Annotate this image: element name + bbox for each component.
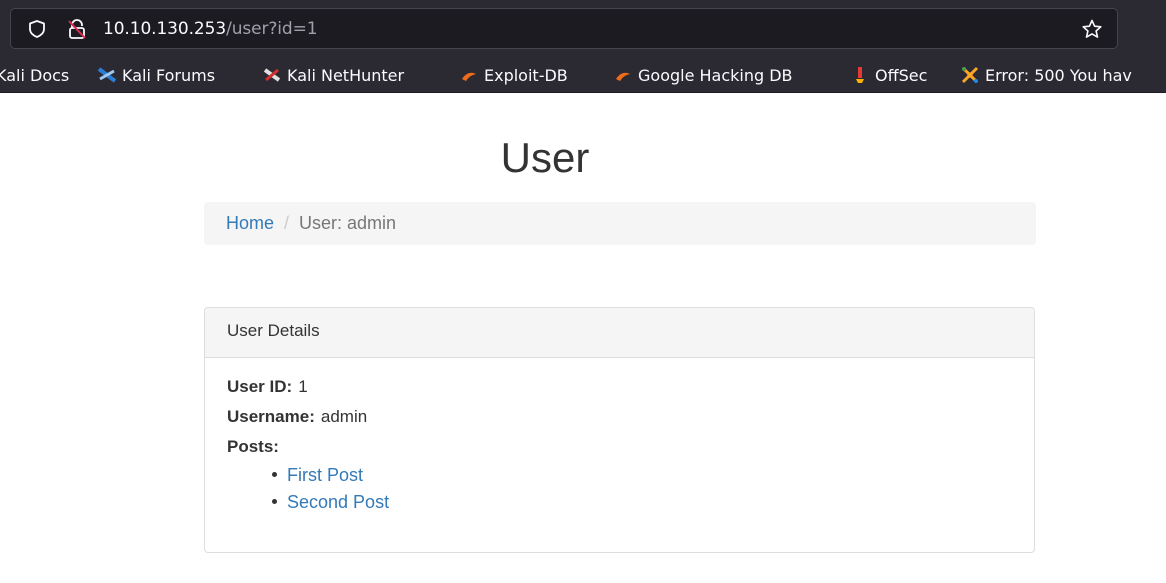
breadcrumb-separator: / xyxy=(284,213,290,233)
bookmark-kali-docs[interactable]: Kali Docs xyxy=(0,64,69,88)
bookmark-label: Exploit-DB xyxy=(484,66,568,85)
user-id-label: User ID: xyxy=(227,377,293,396)
username-value: admin xyxy=(320,407,368,426)
bookmark-label: Kali Docs xyxy=(0,66,70,85)
bookmark-exploit-db[interactable]: Exploit-DB xyxy=(459,64,568,88)
error-page-icon xyxy=(961,66,979,84)
offsec-icon xyxy=(856,67,864,83)
bullet-icon xyxy=(272,499,277,504)
bookmark-error-page[interactable]: Error: 500 You hav xyxy=(960,64,1132,88)
list-item: First Post xyxy=(272,462,1012,489)
bookmarks-toolbar: Kali Docs Kali Forums Kali NetHunter Exp… xyxy=(0,58,1166,93)
list-item: Second Post xyxy=(272,489,1012,516)
breadcrumb-home-link[interactable]: Home xyxy=(226,213,274,233)
breadcrumb: Home / User: admin xyxy=(204,202,1036,245)
posts-row: Posts: xyxy=(227,434,1012,464)
bookmark-label: OffSec xyxy=(875,66,928,85)
posts-list: First Post Second Post xyxy=(272,462,1012,516)
post-link-first[interactable]: First Post xyxy=(287,465,363,485)
bookmark-kali-forums[interactable]: Kali Forums xyxy=(97,64,215,88)
browser-toolbar: 10.10.130.253/user?id=1 xyxy=(0,0,1166,58)
address-bar[interactable]: 10.10.130.253/user?id=1 xyxy=(10,8,1118,49)
bookmark-star-icon[interactable] xyxy=(1081,18,1103,40)
post-link-second[interactable]: Second Post xyxy=(287,492,389,512)
bookmark-label: Kali Forums xyxy=(122,66,216,85)
url-path: /user?id=1 xyxy=(226,19,318,39)
bullet-icon xyxy=(272,472,277,477)
bookmark-label: Error: 500 You hav xyxy=(985,66,1132,85)
url-text[interactable]: 10.10.130.253/user?id=1 xyxy=(103,17,318,41)
panel-body: User ID: 1 Username: admin Posts: First Po… xyxy=(205,358,1034,532)
google-hacking-db-icon xyxy=(616,72,630,81)
bookmark-offsec[interactable]: OffSec xyxy=(850,64,927,88)
username-row: Username: admin xyxy=(227,404,1012,434)
insecure-lock-icon[interactable] xyxy=(66,18,88,40)
shield-icon[interactable] xyxy=(27,19,47,39)
kali-forums-icon xyxy=(97,67,117,83)
bookmark-label: Kali NetHunter xyxy=(287,66,405,85)
bookmark-kali-nethunter[interactable]: Kali NetHunter xyxy=(262,64,404,88)
breadcrumb-current: User: admin xyxy=(299,213,397,233)
kali-nethunter-icon xyxy=(263,68,281,82)
url-host: 10.10.130.253 xyxy=(103,19,227,39)
posts-label: Posts: xyxy=(227,437,279,456)
exploit-db-icon xyxy=(462,72,476,81)
user-details-panel: User Details User ID: 1 Username: admin Po… xyxy=(204,307,1035,553)
user-id-value: 1 xyxy=(298,377,308,396)
bookmark-google-hacking-db[interactable]: Google Hacking DB xyxy=(613,64,793,88)
username-label: Username: xyxy=(227,407,315,426)
panel-heading: User Details xyxy=(205,308,1034,358)
page-title: User xyxy=(500,134,590,181)
bookmark-label: Google Hacking DB xyxy=(638,66,793,85)
user-id-row: User ID: 1 xyxy=(227,374,1012,404)
